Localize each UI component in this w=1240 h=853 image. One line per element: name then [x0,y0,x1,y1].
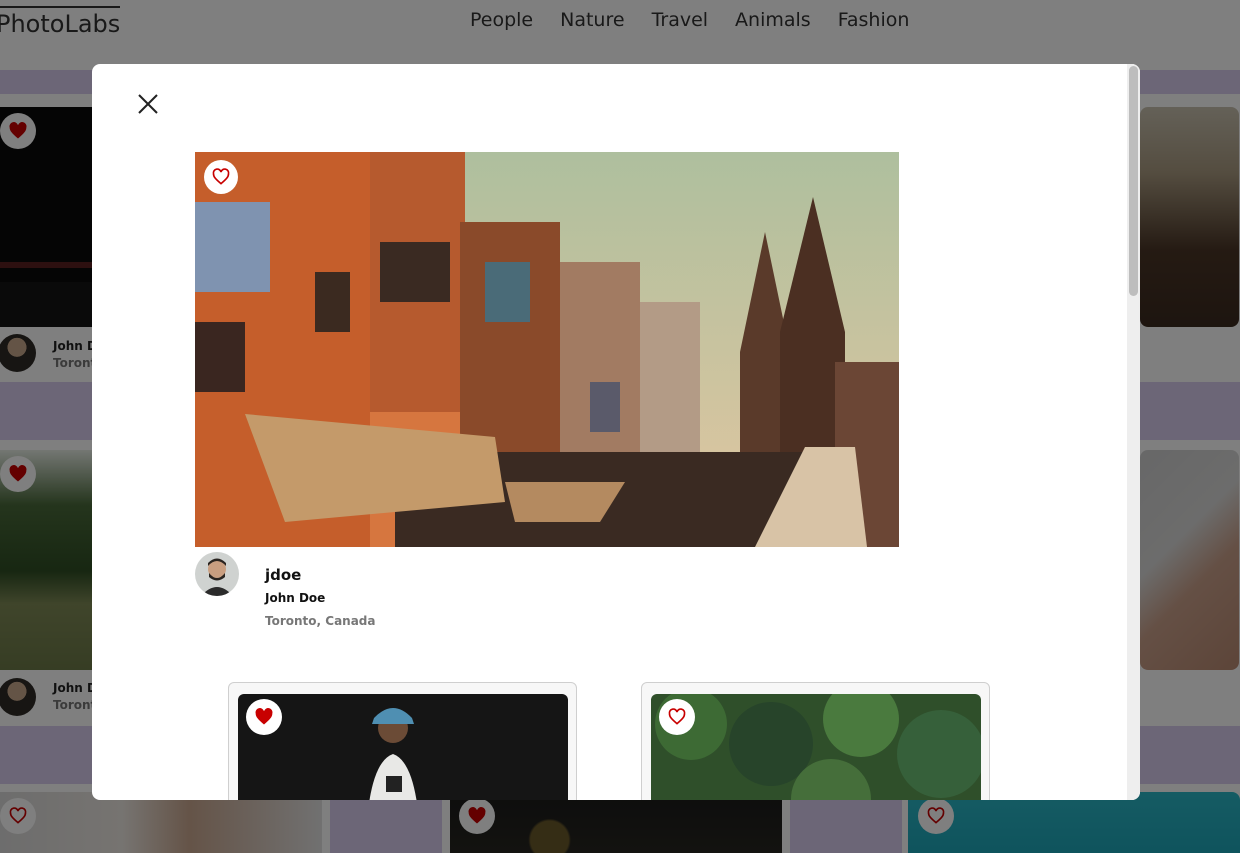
favourite-button[interactable] [246,699,282,735]
photo-image [195,152,899,547]
heart-outline-icon [212,168,230,185]
close-icon [138,94,158,114]
photographer-location: Toronto, Canada [265,614,376,628]
avatar [195,552,239,596]
heart-filled-icon [255,708,273,725]
photographer-username: jdoe [265,566,302,584]
similar-photo[interactable] [651,694,981,800]
favourite-button[interactable] [659,699,695,735]
favourite-button[interactable] [204,160,238,194]
similar-photo[interactable] [238,694,568,800]
photo-image [651,694,981,800]
close-button[interactable] [136,92,160,116]
similar-photo-card[interactable] [228,682,577,800]
selected-photo [195,152,899,547]
photographer-name: John Doe [265,591,326,605]
photo-details-modal: jdoe John Doe Toronto, Canada [92,64,1140,800]
similar-photo-card[interactable] [641,682,990,800]
user-profile-icon [195,552,239,596]
modal-scrollbar[interactable] [1127,64,1140,800]
scrollbar-thumb[interactable] [1129,66,1138,296]
heart-outline-icon [668,708,686,725]
photo-image [238,694,568,800]
